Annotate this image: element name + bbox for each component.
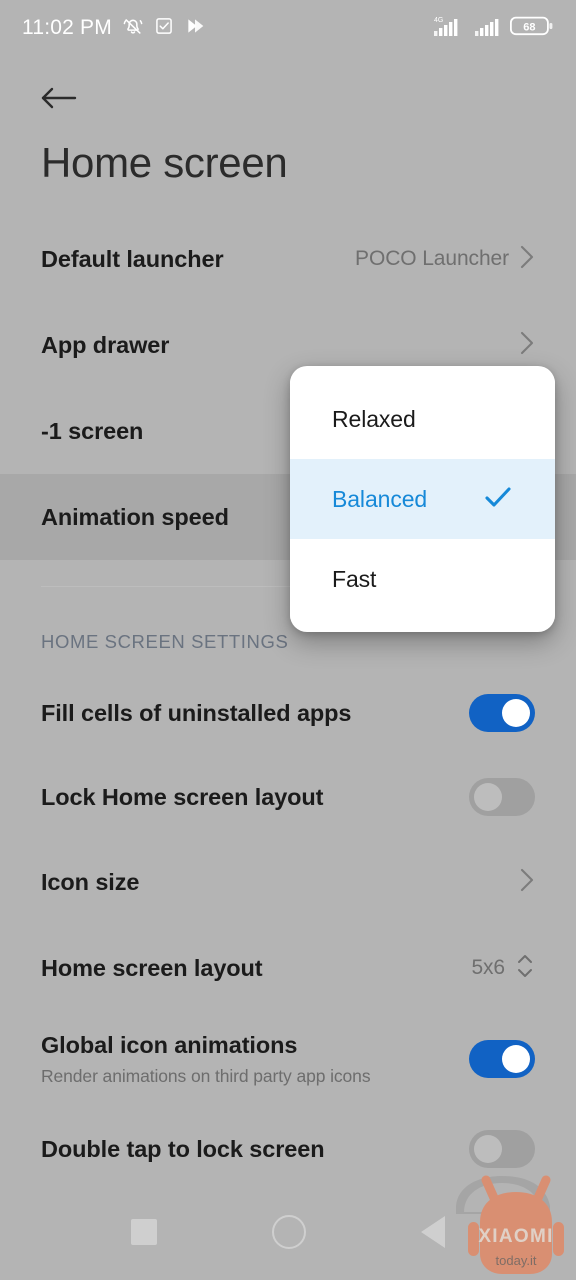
row-title: Icon size — [41, 868, 140, 895]
row-accessory — [469, 1040, 535, 1078]
signal-bars-secondary-icon — [475, 14, 501, 43]
status-bar-left: 11:02 PM — [22, 15, 206, 42]
row-title: Fill cells of uninstalled apps — [41, 699, 352, 726]
toggle-lock-layout[interactable] — [469, 778, 535, 816]
toggle-global-icon-animations[interactable] — [469, 1040, 535, 1078]
row-accessory: 5x6 — [471, 951, 535, 986]
dialog-option-label: Fast — [332, 565, 377, 592]
row-title: App drawer — [41, 331, 170, 358]
row-title: Lock Home screen layout — [41, 783, 324, 810]
setting-row-fill-cells[interactable]: Fill cells of uninstalled apps — [0, 671, 576, 755]
row-texts: Icon size — [41, 868, 505, 896]
status-bar: 11:02 PM 4G 68 — [0, 0, 576, 56]
dialog-option-fast[interactable]: Fast — [290, 539, 555, 619]
row-title: Home screen layout — [41, 954, 263, 981]
stepper-up-down-icon[interactable] — [515, 951, 535, 986]
setting-row-home-screen-layout[interactable]: Home screen layout 5x6 — [0, 925, 576, 1011]
back-button[interactable] — [38, 78, 82, 122]
chevron-right-icon — [519, 867, 535, 898]
row-value: POCO Launcher — [355, 247, 509, 270]
row-accessory: POCO Launcher — [355, 244, 535, 275]
row-accessory — [469, 694, 535, 732]
row-value: 5x6 — [471, 956, 505, 979]
row-subtitle: Render animations on third party app ico… — [41, 1065, 371, 1086]
toggle-knob — [474, 783, 502, 811]
home-circle-icon[interactable] — [271, 1215, 306, 1249]
navigation-bar — [0, 1184, 576, 1280]
checkbox-task-icon — [154, 16, 174, 41]
setting-row-double-tap-lock[interactable]: Double tap to lock screen — [0, 1107, 576, 1191]
status-bar-right: 4G 68 — [434, 14, 554, 43]
svg-text:4G: 4G — [434, 17, 443, 24]
setting-row-lock-layout[interactable]: Lock Home screen layout — [0, 755, 576, 839]
app-bar: Home screen — [0, 56, 576, 216]
setting-row-default-launcher[interactable]: Default launcher POCO Launcher — [0, 216, 576, 302]
signal-bars-icon: 4G — [434, 14, 466, 43]
toggle-fill-cells[interactable] — [469, 694, 535, 732]
row-title: Double tap to lock screen — [41, 1135, 325, 1162]
setting-row-global-icon-animations[interactable]: Global icon animations Render animations… — [0, 1011, 576, 1107]
setting-row-icon-size[interactable]: Icon size — [0, 839, 576, 925]
toggle-knob — [474, 1135, 502, 1163]
row-texts: App drawer — [41, 331, 505, 359]
row-texts: Lock Home screen layout — [41, 783, 455, 811]
chevron-right-icon — [519, 330, 535, 361]
row-accessory — [519, 330, 535, 361]
double-chevron-icon — [184, 16, 206, 41]
animation-speed-dialog[interactable]: Relaxed Balanced Fast — [290, 366, 555, 632]
row-texts: Fill cells of uninstalled apps — [41, 699, 455, 727]
row-texts: Default launcher — [41, 245, 341, 273]
chevron-right-icon — [519, 244, 535, 275]
row-texts: Double tap to lock screen — [41, 1135, 455, 1163]
arrow-left-icon — [38, 83, 78, 118]
dialog-option-balanced[interactable]: Balanced — [290, 459, 555, 539]
toggle-knob — [502, 1045, 530, 1073]
phone-screen: 11:02 PM 4G 68 Home screen Default launc… — [0, 0, 576, 1280]
bell-muted-icon — [122, 15, 144, 42]
dialog-option-label: Balanced — [332, 485, 428, 512]
back-triangle-icon[interactable] — [420, 1216, 445, 1248]
dialog-option-label: Relaxed — [332, 405, 416, 432]
row-texts: Home screen layout — [41, 954, 457, 982]
row-accessory — [469, 778, 535, 816]
row-title: Default launcher — [41, 245, 224, 272]
dialog-option-relaxed[interactable]: Relaxed — [290, 379, 555, 459]
check-icon — [483, 485, 513, 514]
toggle-double-tap-lock[interactable] — [469, 1130, 535, 1168]
row-texts: Global icon animations Render animations… — [41, 1031, 455, 1086]
page-title: Home screen — [41, 139, 288, 186]
status-clock: 11:02 PM — [22, 16, 112, 39]
battery-icon: 68 — [509, 15, 554, 42]
row-accessory — [519, 867, 535, 898]
row-accessory — [469, 1130, 535, 1168]
battery-level-text: 68 — [523, 21, 535, 33]
recents-square-icon[interactable] — [131, 1219, 158, 1245]
row-title: Global icon animations — [41, 1032, 298, 1059]
toggle-knob — [502, 699, 530, 727]
